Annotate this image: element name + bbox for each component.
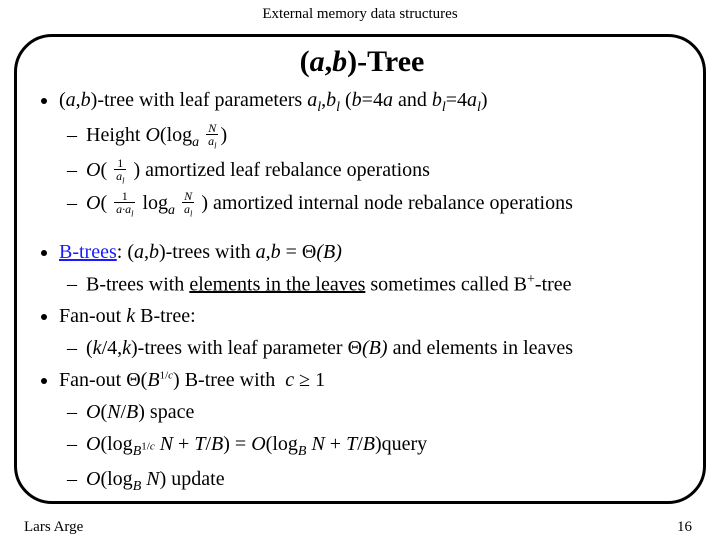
sub-fanout-k: – (k/4,k)-trees with leaf parameter Θ(B)… [67, 333, 683, 363]
sub-height: – Height O(loga Nal) [67, 120, 683, 153]
page-header: External memory data structures [0, 6, 720, 23]
bullet-fanout-k: Fan-out k B-tree: [59, 301, 683, 331]
sub-internal-rebal: – O( 1a·al loga Nal ) amortized internal… [67, 188, 683, 221]
bullet-fanout-c: Fan-out Θ(B1/c) B-tree with c ≥ 1 [59, 365, 683, 395]
bullet-ab-tree: (a,b)-tree with leaf parameters al,bl (b… [59, 85, 683, 118]
sub-leaf-rebal: – O( 1al ) amortized leaf rebalance oper… [67, 155, 683, 186]
slide-title: (a,b)-Tree [41, 45, 683, 79]
slide-body: (a,b)-tree with leaf parameters al,bl (b… [41, 85, 683, 497]
sub-query: – O(logB1/c N + T/B) = O(logB N + T/B)qu… [67, 429, 683, 462]
bullet-b-trees: B-trees: (a,b)-trees with a,b = Θ(B) [59, 237, 683, 267]
sub-space: – O(N/B) space [67, 397, 683, 427]
link-b-trees[interactable]: B-trees [59, 241, 117, 263]
footer-page: 16 [677, 519, 692, 536]
slide-frame: (a,b)-Tree (a,b)-tree with leaf paramete… [14, 34, 706, 504]
sub-update: – O(logB N) update [67, 464, 683, 497]
footer-author: Lars Arge [24, 519, 83, 536]
sub-bplus: – B-trees with elements in the leaves so… [67, 269, 683, 300]
